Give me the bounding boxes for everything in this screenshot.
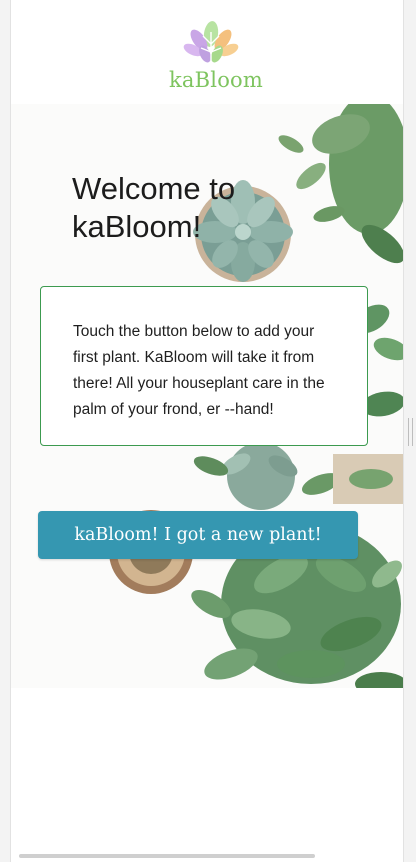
horizontal-scrollbar[interactable] [19, 854, 315, 858]
logo: kaBloom [169, 20, 263, 92]
intro-text: Touch the button below to add your first… [73, 323, 325, 418]
add-plant-button[interactable]: kaBloom! I got a new plant! [38, 511, 358, 559]
app-screen: kaBloom Welcome to kaBloom! Touch the bu… [10, 0, 404, 862]
hero-section: Welcome to kaBloom! Touch the button bel… [11, 104, 403, 688]
leaf-flower-logo-icon [183, 21, 239, 66]
resize-grip-icon[interactable] [408, 418, 413, 446]
logo-text: kaBloom [169, 68, 263, 92]
intro-card: Touch the button below to add your first… [40, 286, 368, 446]
welcome-title: Welcome to kaBloom! [72, 171, 236, 244]
